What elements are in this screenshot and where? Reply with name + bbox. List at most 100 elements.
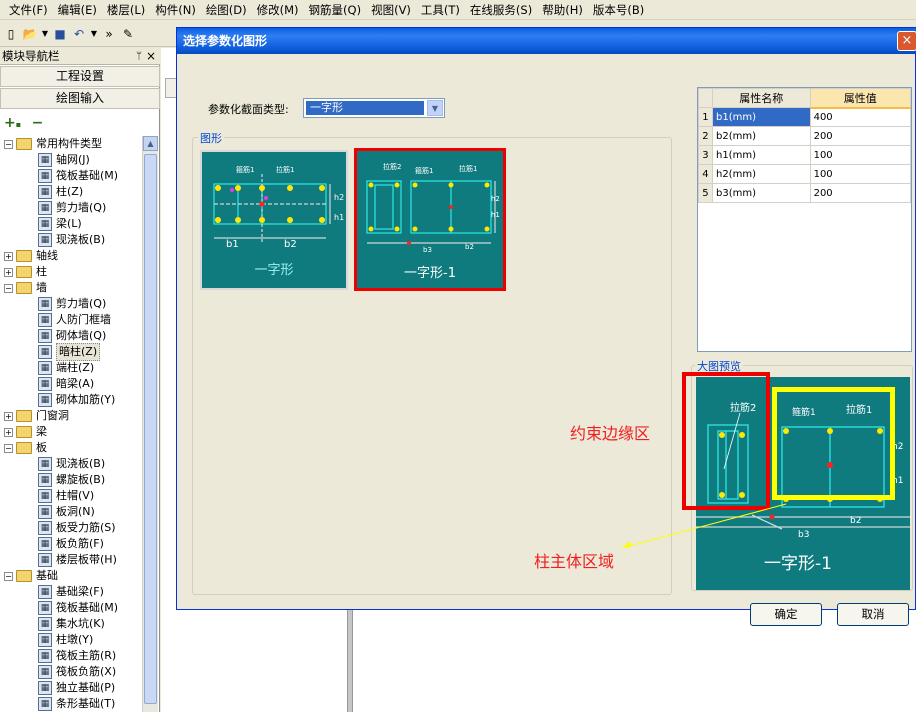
menu-item[interactable]: 修改(M) — [252, 2, 304, 18]
ok-button[interactable]: 确定 — [750, 603, 822, 626]
tree-item[interactable]: ▦ 现浇板(B) — [38, 456, 105, 472]
collapse-all-icon[interactable]: − — [32, 115, 44, 131]
tree-item[interactable]: ▦ 人防门框墙 — [38, 312, 111, 328]
brush-icon[interactable]: ✎ — [120, 26, 136, 42]
open-folder-icon[interactable]: 📂 — [22, 26, 38, 42]
component-icon: ▦ — [38, 153, 52, 167]
tree-item[interactable]: ▦ 梁(L) — [38, 216, 82, 232]
tree-item[interactable]: ▦ 端柱(Z) — [38, 360, 94, 376]
property-row[interactable]: 1 b1(mm) 400 — [698, 107, 912, 127]
tree-item[interactable]: ▦ 筏板基础(M) — [38, 168, 118, 184]
tree-item[interactable]: ▦ 轴网(J) — [38, 152, 90, 168]
tree-item[interactable]: ▦ 独立基础(P) — [38, 680, 115, 696]
menu-item[interactable]: 工具(T) — [416, 2, 465, 18]
toolbar-more-icon[interactable]: » — [101, 26, 117, 42]
property-value[interactable]: 100 — [809, 164, 912, 184]
cancel-button[interactable]: 取消 — [837, 603, 909, 626]
expand-collapse-tools[interactable]: +▪ − — [0, 112, 160, 134]
section-type-select[interactable]: 一字形 ▼ — [303, 98, 445, 118]
tree-folder[interactable]: + 门窗洞 — [4, 408, 69, 424]
tree-folder[interactable]: − 墙 — [4, 280, 47, 296]
tree-item[interactable]: ▦ 筏板负筋(X) — [38, 664, 116, 680]
tree-item-label: 筏板基础(M) — [56, 601, 119, 614]
scroll-thumb[interactable] — [144, 154, 157, 704]
tree-item[interactable]: ▦ 筏板基础(M) — [38, 600, 118, 616]
new-file-icon[interactable]: ▯ — [3, 26, 19, 42]
module-nav-panel: 模块导航栏 ᛘ × 工程设置 绘图输入 +▪ − − 常用构件类型 ▦ 轴网(J) ▦ 筏… — [0, 48, 160, 712]
tree-folder[interactable]: − 基础 — [4, 568, 58, 584]
tree-item[interactable]: ▦ 基础梁(F) — [38, 584, 104, 600]
splitter[interactable] — [347, 608, 353, 712]
collapse-icon[interactable]: − — [4, 443, 13, 453]
collapse-icon[interactable]: − — [4, 283, 13, 293]
tree-item[interactable]: ▦ 砌体加筋(Y) — [38, 392, 115, 408]
menu-item[interactable]: 楼层(L) — [102, 2, 150, 18]
collapse-icon[interactable]: − — [4, 571, 13, 581]
tree-item[interactable]: ▦ 板负筋(F) — [38, 536, 104, 552]
property-name: b3(mm) — [711, 183, 811, 203]
collapse-icon[interactable]: − — [4, 139, 13, 149]
save-icon[interactable]: ■ — [52, 26, 68, 42]
tree-item[interactable]: ▦ 条形基础(T) — [38, 696, 115, 712]
menu-item[interactable]: 在线服务(S) — [465, 2, 537, 18]
shape-thumbnail-straight-1[interactable]: 拉筋2 箍筋1 拉筋1 b3 b2 h2 h1 一字形-1 — [354, 148, 506, 291]
tree-folder[interactable]: + 柱 — [4, 264, 47, 280]
tree-folder[interactable]: − 常用构件类型 — [4, 136, 102, 152]
expand-icon[interactable]: + — [4, 411, 13, 421]
pin-icon[interactable]: ᛘ — [136, 48, 142, 65]
tree-item-label: 柱帽(V) — [56, 489, 95, 502]
nav-title-bar: 模块导航栏 ᛘ × — [0, 48, 160, 65]
tree-item[interactable]: ▦ 柱帽(V) — [38, 488, 94, 504]
undo-icon[interactable]: ↶ — [71, 26, 87, 42]
property-grid[interactable]: 属性名称 属性值 1 b1(mm) 400 2 b2(mm) 200 3 h1(mm) 100 4… — [697, 87, 912, 352]
tree-item[interactable]: ▦ 集水坑(K) — [38, 616, 105, 632]
tree-item[interactable]: ▦ 暗柱(Z) — [38, 343, 101, 361]
tree-item[interactable]: ▦ 柱墩(Y) — [38, 632, 93, 648]
property-row[interactable]: 4 h2(mm) 100 — [698, 164, 912, 184]
scroll-up-icon[interactable]: ▲ — [143, 136, 158, 151]
tree-item[interactable]: ▦ 板受力筋(S) — [38, 520, 116, 536]
expand-all-icon[interactable]: + — [4, 115, 16, 131]
menu-item[interactable]: 版本号(B) — [588, 2, 649, 18]
close-icon[interactable]: × — [897, 31, 916, 51]
tree-folder[interactable]: + 梁 — [4, 424, 47, 440]
property-row[interactable]: 5 b3(mm) 200 — [698, 183, 912, 203]
dropdown-arrow-icon[interactable]: ▼ — [41, 26, 49, 42]
tree-item[interactable]: ▦ 筏板主筋(R) — [38, 648, 116, 664]
tree-item-label: 板负筋(F) — [56, 537, 104, 550]
project-settings-button[interactable]: 工程设置 — [0, 66, 160, 87]
property-row[interactable]: 2 b2(mm) 200 — [698, 126, 912, 146]
expand-icon[interactable]: + — [4, 267, 13, 277]
tree-folder[interactable]: − 板 — [4, 440, 47, 456]
property-value[interactable]: 100 — [809, 145, 912, 165]
close-icon[interactable]: × — [146, 48, 156, 65]
tree-item[interactable]: ▦ 剪力墙(Q) — [38, 296, 106, 312]
drawing-input-button[interactable]: 绘图输入 — [0, 88, 160, 109]
tree-item[interactable]: ▦ 螺旋板(B) — [38, 472, 105, 488]
tree-item[interactable]: ▦ 柱(Z) — [38, 184, 83, 200]
shape-thumbnail-straight[interactable]: 箍筋1 拉筋1 b1 b2 h2 h1 一字形 — [200, 150, 348, 290]
tree-item[interactable]: ▦ 楼层板带(H) — [38, 552, 117, 568]
menu-item[interactable]: 文件(F) — [4, 2, 53, 18]
menu-item[interactable]: 构件(N) — [150, 2, 201, 18]
property-row[interactable]: 3 h1(mm) 100 — [698, 145, 912, 165]
menu-item[interactable]: 帮助(H) — [537, 2, 588, 18]
tree-item[interactable]: ▦ 暗梁(A) — [38, 376, 94, 392]
property-value[interactable]: 200 — [809, 183, 912, 203]
expand-icon[interactable]: + — [4, 427, 13, 437]
property-value[interactable]: 400 — [809, 107, 912, 127]
menu-item[interactable]: 绘图(D) — [201, 2, 252, 18]
menu-item[interactable]: 编辑(E) — [53, 2, 102, 18]
tree-item[interactable]: ▦ 剪力墙(Q) — [38, 200, 106, 216]
dropdown-arrow-icon[interactable]: ▼ — [90, 26, 98, 42]
property-value[interactable]: 200 — [809, 126, 912, 146]
tree-item[interactable]: ▦ 板洞(N) — [38, 504, 95, 520]
chevron-down-icon[interactable]: ▼ — [427, 100, 443, 116]
menu-item[interactable]: 钢筋量(Q) — [304, 2, 367, 18]
tree-item[interactable]: ▦ 砌体墙(Q) — [38, 328, 106, 344]
expand-icon[interactable]: + — [4, 251, 13, 261]
tree-folder[interactable]: + 轴线 — [4, 248, 58, 264]
tree-item[interactable]: ▦ 现浇板(B) — [38, 232, 105, 248]
menu-item[interactable]: 视图(V) — [366, 2, 416, 18]
tree-scrollbar[interactable]: ▲ — [142, 136, 158, 712]
